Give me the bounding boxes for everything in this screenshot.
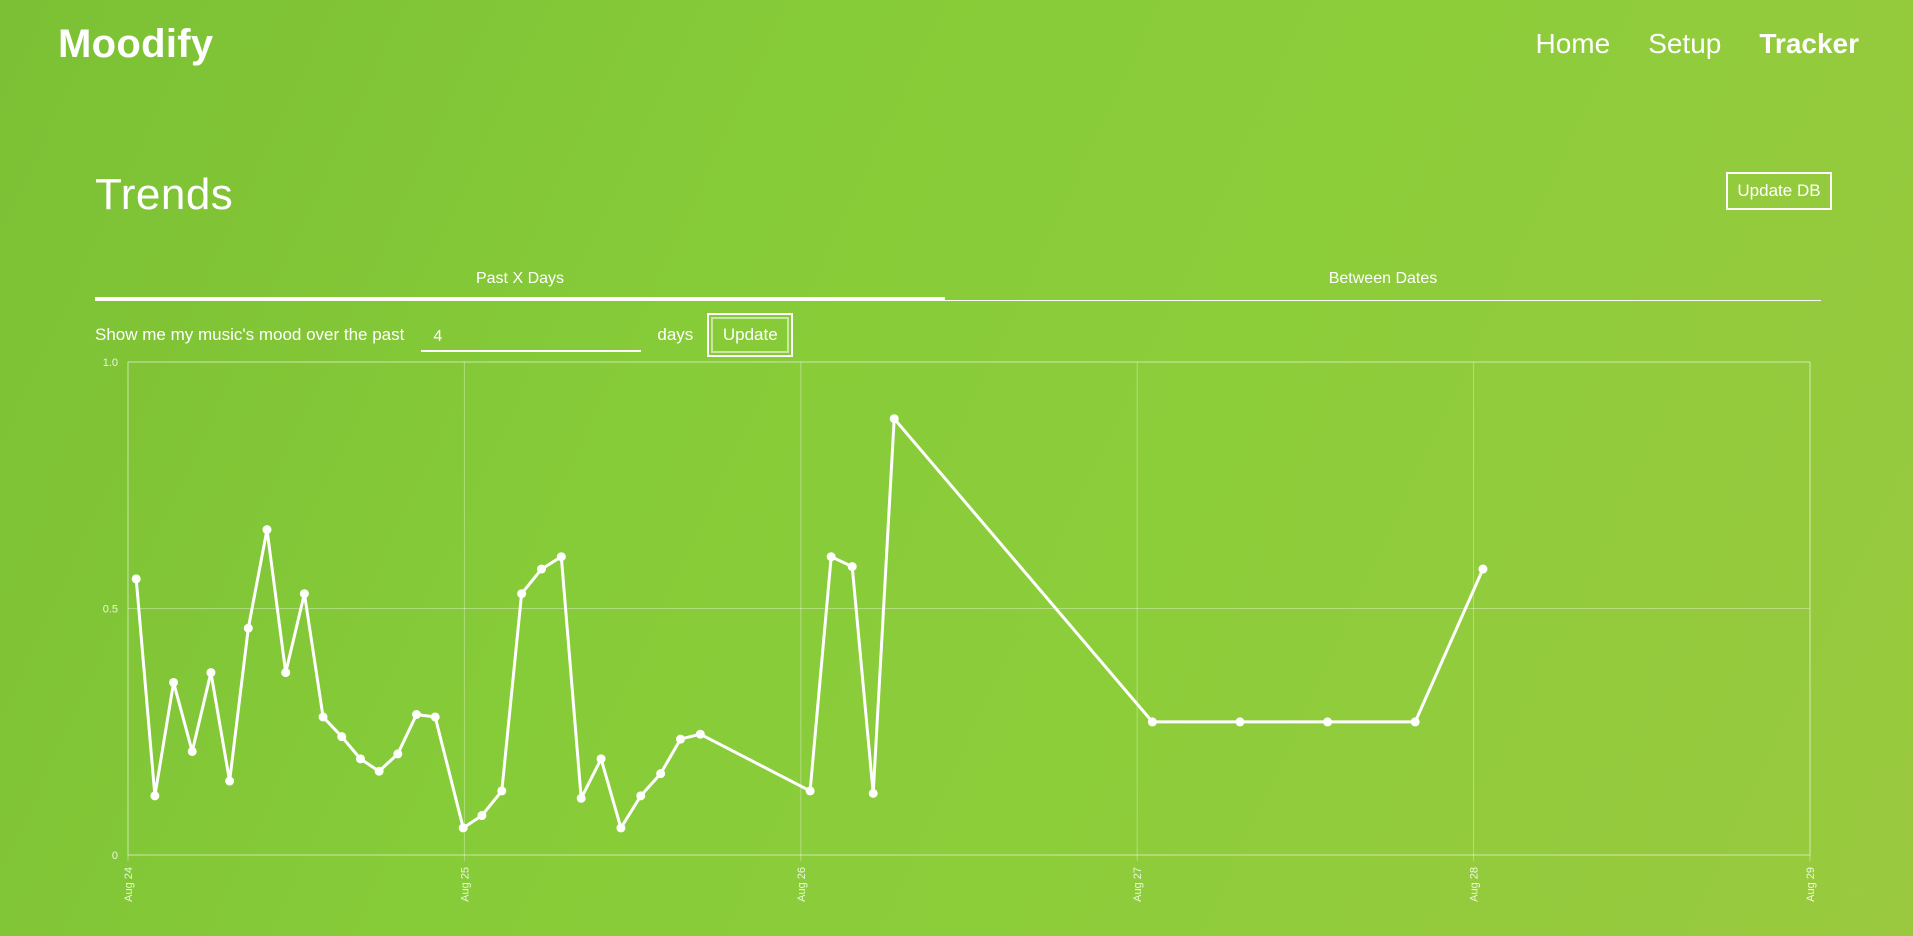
nav-home[interactable]: Home xyxy=(1535,28,1610,60)
update-button[interactable]: Update xyxy=(707,313,794,357)
data-point xyxy=(169,677,179,687)
data-point xyxy=(675,734,685,744)
data-point xyxy=(576,793,586,803)
tab-past-x-days[interactable]: Past X Days xyxy=(95,266,945,300)
data-point xyxy=(805,786,815,796)
y-tick-label: 0.5 xyxy=(103,604,118,616)
tab-bar: Past X Days Between Dates xyxy=(95,266,1821,301)
data-point xyxy=(299,589,309,599)
data-point xyxy=(477,811,487,821)
x-tick-label: Aug 29 xyxy=(1805,867,1817,902)
data-point xyxy=(187,746,197,756)
nav-setup[interactable]: Setup xyxy=(1648,28,1721,60)
data-point xyxy=(225,776,235,786)
data-point xyxy=(150,791,160,801)
filter-prefix-label: Show me my music's mood over the past xyxy=(95,325,405,344)
brand-logo[interactable]: Moodify xyxy=(58,22,213,67)
data-point xyxy=(458,823,468,833)
data-point xyxy=(536,564,546,574)
data-point xyxy=(616,823,626,833)
data-point xyxy=(517,589,527,599)
data-point xyxy=(412,709,422,719)
data-point xyxy=(1323,717,1333,727)
data-point xyxy=(889,414,899,424)
y-tick-label: 0 xyxy=(112,850,118,862)
y-tick-label: 1.0 xyxy=(103,357,118,369)
data-point xyxy=(131,574,141,584)
tab-between-dates[interactable]: Between Dates xyxy=(945,266,1821,300)
x-tick-label: Aug 26 xyxy=(796,867,808,902)
data-point xyxy=(847,562,857,572)
data-point xyxy=(393,749,403,759)
data-point xyxy=(318,712,328,722)
data-point xyxy=(497,786,507,796)
days-input[interactable] xyxy=(421,318,642,352)
x-tick-label: Aug 28 xyxy=(1469,867,1481,902)
x-tick-label: Aug 24 xyxy=(123,867,135,902)
x-tick-label: Aug 27 xyxy=(1132,867,1144,902)
data-point xyxy=(1410,717,1420,727)
top-nav: Home Setup Tracker xyxy=(1535,28,1859,60)
page-title: Trends xyxy=(95,170,234,219)
data-point xyxy=(206,668,216,678)
data-point xyxy=(1478,564,1488,574)
data-point xyxy=(337,732,347,742)
data-point xyxy=(281,668,291,678)
data-point xyxy=(1147,717,1157,727)
data-point xyxy=(374,766,384,776)
data-point xyxy=(656,769,666,779)
data-point xyxy=(556,552,566,562)
data-point xyxy=(826,552,836,562)
data-point xyxy=(695,729,705,739)
data-point xyxy=(243,623,253,633)
days-filter: Show me my music's mood over the past da… xyxy=(95,313,794,357)
days-suffix-label: days xyxy=(657,325,694,344)
x-tick-label: Aug 25 xyxy=(459,867,471,902)
data-point xyxy=(596,754,606,764)
data-point xyxy=(636,791,646,801)
mood-chart-svg: 0 0.5 1.0 Aug 24 Aug 25 Aug 26 Aug 27 Aug 28 Aug… xyxy=(103,357,1817,902)
series-line xyxy=(134,417,1485,830)
data-point xyxy=(1235,717,1245,727)
update-db-button[interactable]: Update DB xyxy=(1726,172,1832,210)
data-point xyxy=(355,754,365,764)
data-point xyxy=(868,788,878,798)
nav-tracker[interactable]: Tracker xyxy=(1759,28,1859,60)
data-point xyxy=(430,712,440,722)
data-point xyxy=(262,525,272,535)
mood-chart: 0 0.5 1.0 Aug 24 Aug 25 Aug 26 Aug 27 Aug 28 Aug… xyxy=(0,352,1913,936)
